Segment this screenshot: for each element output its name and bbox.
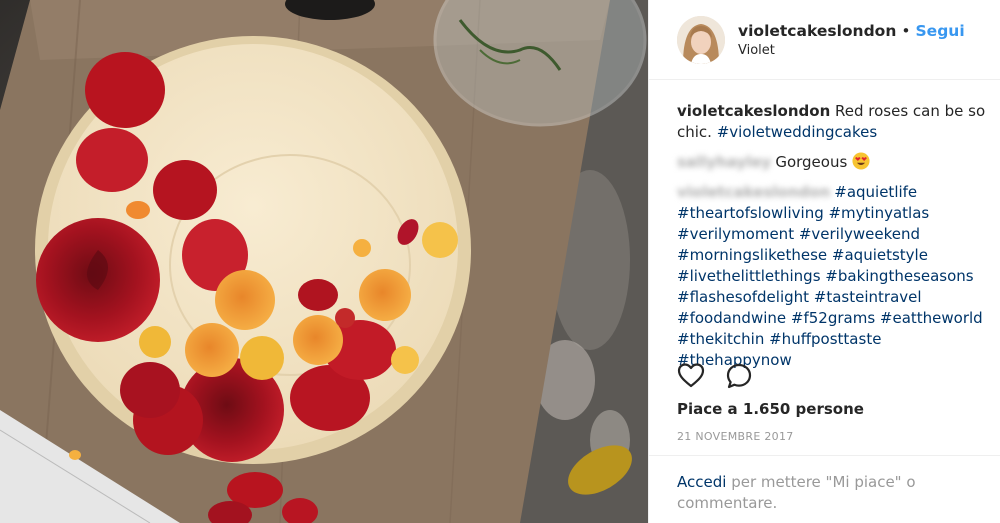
- post-actions: [677, 362, 753, 390]
- divider: [649, 455, 1000, 456]
- comment-username-blurred[interactable]: violetcakeslondon: [677, 183, 830, 201]
- comment-item: sallyhayley Gorgeous: [677, 152, 990, 173]
- caption-hashtag-link[interactable]: #violetweddingcakes: [717, 123, 877, 141]
- follow-button[interactable]: Segui: [916, 22, 965, 40]
- avatar-image: [677, 15, 725, 64]
- hashtag-line[interactable]: #foodandwine #f52grams #eattheworld: [677, 309, 983, 327]
- caption-username-link[interactable]: violetcakeslondon: [677, 102, 830, 120]
- hashtag-line[interactable]: #verilymoment #verilyweekend: [677, 225, 920, 243]
- header-username-link[interactable]: violetcakeslondon: [738, 22, 896, 40]
- post-sidebar: violetcakeslondon • Segui Violet violetcak…: [648, 0, 1000, 523]
- header-dot-separator: •: [901, 22, 911, 40]
- hashtag-line[interactable]: #flashesofdelight #tasteintravel: [677, 288, 922, 306]
- cake-photo-illustration: [0, 0, 648, 523]
- comment-text: Gorgeous: [775, 153, 853, 171]
- likes-count[interactable]: Piace a 1.650 persone: [677, 400, 864, 418]
- post-photo[interactable]: [0, 0, 648, 523]
- post-header: violetcakeslondon • Segui Violet: [649, 0, 1000, 80]
- hashtag-line[interactable]: #morningslikethese #aquietstyle: [677, 246, 928, 264]
- post-view: violetcakeslondon • Segui Violet violetcak…: [0, 0, 1000, 523]
- hashtag-line[interactable]: #aquietlife: [834, 183, 917, 201]
- heart-eyes-emoji-icon: [852, 152, 870, 170]
- comment-username-blurred[interactable]: sallyhayley: [677, 153, 771, 171]
- hashtag-line[interactable]: #livethelittlethings #bakingtheseasons: [677, 267, 974, 285]
- caption: violetcakeslondon Red roses can be so ch…: [677, 101, 990, 143]
- comment-item-hashtags: violetcakeslondon #aquietlife #theartofsl…: [677, 182, 990, 371]
- hashtag-line[interactable]: #theartofslowliving #mytinyatlas: [677, 204, 929, 222]
- post-date[interactable]: 21 NOVEMBRE 2017: [677, 430, 794, 443]
- comments-list: violetcakeslondon Red roses can be so ch…: [649, 80, 1000, 371]
- comment-icon[interactable]: [725, 362, 753, 390]
- login-prompt: Accedi per mettere "Mi piace" o commenta…: [677, 472, 977, 514]
- avatar[interactable]: [677, 15, 725, 64]
- heart-icon[interactable]: [677, 362, 705, 388]
- login-link[interactable]: Accedi: [677, 473, 726, 491]
- header-subtitle: Violet: [738, 43, 775, 58]
